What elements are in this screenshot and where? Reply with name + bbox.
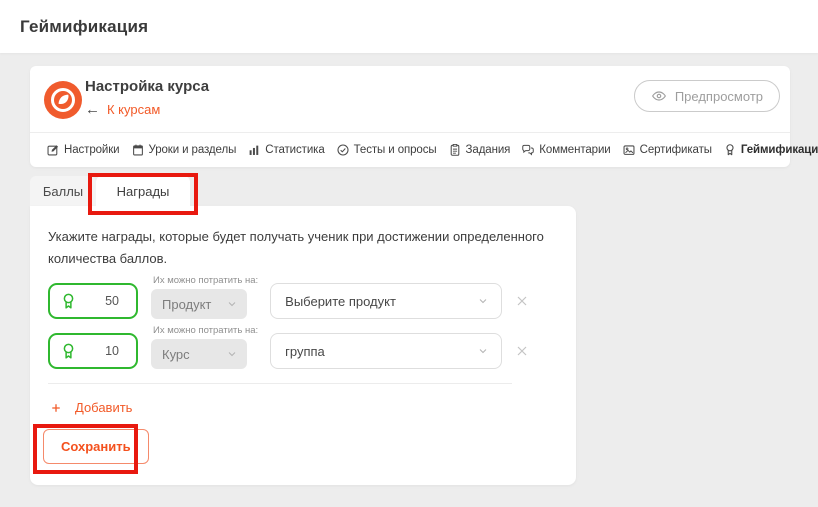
tab-lessons[interactable]: Уроки и разделы (131, 143, 237, 157)
calendar-icon (131, 143, 145, 157)
clipboard-icon (448, 143, 462, 157)
gamification-page: Геймификация Настройка курса ← К курсам (0, 0, 818, 507)
spend-type-select[interactable]: Продукт (151, 289, 247, 319)
divider (48, 383, 512, 384)
chevron-down-icon (226, 348, 238, 360)
rewards-description: Укажите награды, которые будет получать … (48, 226, 553, 271)
tab-tasks[interactable]: Задания (448, 143, 511, 157)
reward-target-select[interactable]: группа (270, 333, 502, 369)
course-logo-icon (43, 80, 83, 120)
add-reward-button[interactable]: Добавить (50, 400, 132, 415)
edit-icon (46, 143, 60, 157)
remove-row-icon[interactable] (514, 343, 530, 359)
add-button-label: Добавить (75, 400, 132, 415)
subtab-points[interactable]: Баллы (30, 176, 96, 206)
reward-rows: 50 Их можно потратить на: Продукт Выбери… (48, 276, 530, 376)
save-button[interactable]: Сохранить (43, 429, 149, 464)
chevron-down-icon (477, 295, 489, 307)
preview-button-label: Предпросмотр (675, 89, 763, 104)
points-input[interactable]: 10 (48, 333, 138, 369)
spend-type-column: Их можно потратить на: Продукт (151, 276, 258, 319)
chat-bubbles-icon (521, 143, 535, 157)
chevron-down-icon (477, 345, 489, 357)
reward-target-select[interactable]: Выберите продукт (270, 283, 502, 319)
course-title: Настройка курса (85, 78, 209, 95)
remove-row-icon[interactable] (514, 293, 530, 309)
spend-label: Их можно потратить на: (153, 326, 258, 336)
tab-tests[interactable]: Тесты и опросы (336, 143, 437, 157)
chevron-down-icon (226, 298, 238, 310)
course-settings-card: Настройка курса ← К курсам Предпросмотр (30, 66, 790, 167)
bar-chart-icon (247, 143, 261, 157)
medal-icon (59, 342, 78, 361)
tab-gamification[interactable]: Геймификация (723, 143, 818, 157)
back-arrow-icon: ← (85, 102, 100, 117)
back-link-label: К курсам (107, 102, 160, 117)
page-title: Геймификация (20, 17, 148, 37)
reward-row: 10 Их можно потратить на: Курс группа (48, 326, 530, 369)
points-input[interactable]: 50 (48, 283, 138, 319)
back-to-courses-link[interactable]: ← К курсам (85, 102, 160, 117)
subtab-rewards[interactable]: Награды (96, 176, 190, 207)
page-header: Геймификация (0, 0, 818, 53)
spend-label: Их можно потратить на: (153, 276, 258, 286)
reward-row: 50 Их можно потратить на: Продукт Выбери… (48, 276, 530, 319)
image-icon (622, 143, 636, 157)
course-nav-tabs: Настройки Уроки и разделы Статистика (30, 132, 790, 167)
preview-button[interactable]: Предпросмотр (634, 80, 780, 112)
tab-comments[interactable]: Комментарии (521, 143, 610, 157)
tab-certificates[interactable]: Сертификаты (622, 143, 712, 157)
tab-statistics[interactable]: Статистика (247, 143, 324, 157)
medal-icon (59, 292, 78, 311)
points-value: 10 (105, 344, 119, 358)
check-circle-icon (336, 143, 350, 157)
course-card-header: Настройка курса ← К курсам Предпросмотр (30, 66, 790, 132)
medal-icon (723, 143, 737, 157)
points-value: 50 (105, 294, 119, 308)
spend-type-select[interactable]: Курс (151, 339, 247, 369)
tab-settings[interactable]: Настройки (46, 143, 120, 157)
rewards-panel: Укажите награды, которые будет получать … (30, 206, 576, 485)
spend-type-column: Их можно потратить на: Курс (151, 326, 258, 369)
plus-icon (50, 402, 62, 414)
eye-icon (651, 88, 667, 104)
